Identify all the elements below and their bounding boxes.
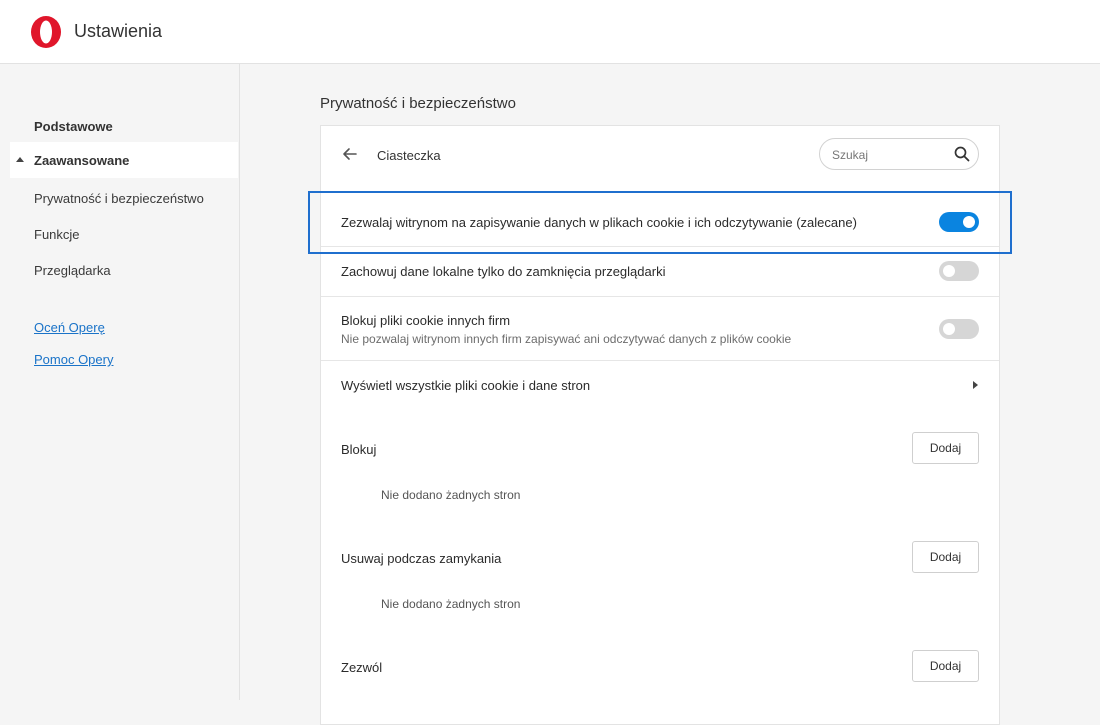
setting-label: Zezwalaj witrynom na zapisywanie danych … bbox=[341, 215, 857, 230]
setting-label: Blokuj pliki cookie innych firm bbox=[341, 313, 511, 328]
card-header: Ciasteczka bbox=[321, 126, 999, 184]
page-title: Ustawienia bbox=[74, 21, 163, 41]
sidebar-item-basic[interactable]: Podstawowe bbox=[10, 108, 238, 144]
opera-help-link[interactable]: Pomoc Opery bbox=[34, 352, 113, 367]
opera-logo-icon bbox=[30, 15, 62, 48]
setting-row-keep-local-data: Zachowuj dane lokalne tylko do zamknięci… bbox=[321, 246, 999, 296]
allow-add-button[interactable]: Dodaj bbox=[912, 650, 979, 682]
search-input[interactable] bbox=[832, 146, 947, 164]
sidebar: Podstawowe Zaawansowane Prywatność i bez… bbox=[0, 64, 240, 700]
setting-row-allow-cookies: Zezwalaj witrynom na zapisywanie danych … bbox=[321, 198, 999, 246]
view-all-label: Wyświetl wszystkie pliki cookie i dane s… bbox=[341, 378, 591, 393]
setting-row-block-third-party: Blokuj pliki cookie innych firm Nie pozw… bbox=[321, 296, 999, 360]
search-box bbox=[819, 138, 979, 170]
block-third-party-toggle[interactable] bbox=[939, 319, 979, 339]
block-list-label: Blokuj bbox=[341, 442, 377, 457]
toggle-knob bbox=[943, 323, 955, 335]
collapse-triangle-icon bbox=[16, 157, 24, 162]
rate-opera-link[interactable]: Oceń Operę bbox=[34, 320, 105, 335]
sidebar-item-advanced[interactable]: Zaawansowane bbox=[10, 142, 238, 178]
toggle-knob bbox=[943, 265, 955, 277]
view-all-cookies-row[interactable]: Wyświetl wszystkie pliki cookie i dane s… bbox=[321, 360, 999, 410]
setting-label: Zachowuj dane lokalne tylko do zamknięci… bbox=[341, 264, 666, 279]
search-icon[interactable] bbox=[954, 146, 970, 162]
allow-cookies-toggle[interactable] bbox=[939, 212, 979, 232]
cookies-card: Ciasteczka Zezwalaj witrynom na zapisywa… bbox=[320, 125, 1000, 725]
clear-on-exit-add-button[interactable]: Dodaj bbox=[912, 541, 979, 573]
chevron-right-icon bbox=[973, 381, 978, 389]
main-content: Prywatność i bezpieczeństwo Ciasteczka S… bbox=[241, 64, 1100, 725]
block-empty-note: Nie dodano żadnych stron bbox=[381, 488, 521, 502]
block-add-button[interactable]: Dodaj bbox=[912, 432, 979, 464]
sidebar-item-features[interactable]: Funkcje bbox=[10, 216, 238, 252]
sidebar-item-privacy[interactable]: Prywatność i bezpieczeństwo bbox=[10, 180, 238, 216]
top-bar: Ustawienia bbox=[0, 0, 1100, 64]
allow-list-label: Zezwól bbox=[341, 660, 383, 675]
back-arrow-icon[interactable] bbox=[341, 145, 359, 163]
sidebar-item-browser[interactable]: Przeglądarka bbox=[10, 252, 238, 288]
setting-sublabel: Nie pozwalaj witrynom innych firm zapisy… bbox=[341, 332, 792, 346]
keep-local-data-toggle[interactable] bbox=[939, 261, 979, 281]
clear-on-exit-list-label: Usuwaj podczas zamykania bbox=[341, 551, 502, 566]
toggle-knob bbox=[963, 216, 975, 228]
section-title: Prywatność i bezpieczeństwo bbox=[320, 95, 516, 112]
card-title: Ciasteczka bbox=[377, 148, 441, 163]
clear-on-exit-empty-note: Nie dodano żadnych stron bbox=[381, 597, 521, 611]
sidebar-item-label: Zaawansowane bbox=[34, 152, 130, 168]
